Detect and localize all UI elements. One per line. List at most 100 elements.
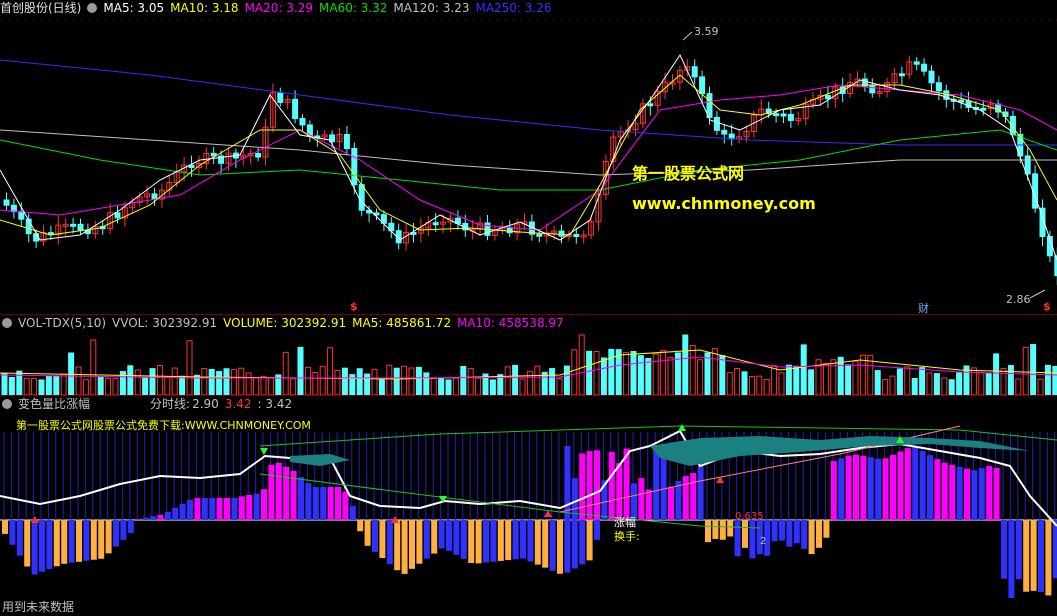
volume-bar xyxy=(771,365,778,395)
volume-bar xyxy=(356,368,363,395)
negative-bar xyxy=(808,520,815,555)
positive-bar xyxy=(919,451,926,520)
positive-bar xyxy=(327,487,334,520)
candle-body xyxy=(921,63,928,72)
negative-bar xyxy=(1008,520,1015,598)
negative-bar xyxy=(1052,520,1057,579)
candle-body xyxy=(351,148,358,186)
price-pane[interactable]: 首创股份(日线) MA5: 3.05 MA10: 3.18 MA20: 3.29 MA6… xyxy=(0,0,1057,314)
negative-bar xyxy=(586,520,593,561)
candle-body xyxy=(913,61,920,65)
negative-bar xyxy=(394,520,401,571)
volume-bar xyxy=(800,344,807,395)
volume-bar xyxy=(519,378,526,395)
volume-bar xyxy=(38,379,45,395)
negative-bar xyxy=(431,520,438,554)
positive-bar xyxy=(172,507,179,520)
volume-bar xyxy=(630,351,637,395)
volume-bar xyxy=(341,367,348,395)
positive-bar xyxy=(838,458,845,520)
positive-bar xyxy=(653,448,660,520)
negative-bar xyxy=(386,520,393,565)
candle-body xyxy=(299,118,306,126)
volume-bar xyxy=(201,368,208,395)
candle-body xyxy=(114,212,121,219)
indicator-banner: 第一股票公式网股票公式免费下载:WWW.CHNMONEY.COM xyxy=(16,419,311,432)
positive-bar xyxy=(645,489,652,520)
volume-bar xyxy=(874,370,881,395)
volume-bar xyxy=(1000,367,1007,395)
event-marker-s1[interactable]: $ xyxy=(350,300,358,313)
volume-bar xyxy=(741,371,748,395)
candle-body xyxy=(573,233,580,237)
positive-bar xyxy=(668,486,674,520)
positive-bar xyxy=(224,498,230,520)
positive-bar xyxy=(320,487,327,520)
volume-bar xyxy=(16,370,23,395)
candle-body xyxy=(33,233,40,242)
candle-body xyxy=(18,211,25,220)
negative-bar xyxy=(76,520,82,562)
event-marker-s2[interactable]: $ xyxy=(1043,300,1051,313)
volume-bar xyxy=(652,353,659,395)
negative-bar xyxy=(379,520,386,559)
positive-bar xyxy=(882,458,889,520)
positive-bar xyxy=(660,454,667,520)
volume-bar xyxy=(208,368,215,395)
volume-bar xyxy=(726,372,733,395)
volume-bar xyxy=(297,346,304,395)
volume-bar xyxy=(31,378,38,395)
positive-bar xyxy=(964,468,970,520)
volume-bar xyxy=(267,376,274,395)
positive-bar xyxy=(275,462,282,520)
volume-bar xyxy=(149,368,156,395)
volume-chart[interactable] xyxy=(0,315,1057,395)
indicator-pane[interactable]: 变色量比涨幅 分时线: 2.90 3.42: 3.42 第一股票公式网股票公式免费下载… xyxy=(0,396,1057,598)
buy-arrow-green xyxy=(260,448,268,455)
positive-bar xyxy=(845,455,852,520)
volume-bar xyxy=(164,376,171,395)
volume-pane[interactable]: VOL-TDX(5,10) VVOL: 302392.91 VOLUME: 3023… xyxy=(0,315,1057,395)
volume-bar xyxy=(512,364,519,395)
negative-bar xyxy=(742,520,748,548)
negative-bar xyxy=(771,520,778,542)
watermark-url: www.chnmoney.com xyxy=(632,194,816,213)
candle-body xyxy=(3,199,10,206)
positive-bar xyxy=(231,497,238,520)
positive-bar xyxy=(675,480,682,520)
event-marker-cai[interactable]: 财 xyxy=(918,300,929,314)
volume-bar xyxy=(785,364,792,395)
positive-bar xyxy=(949,464,956,520)
volume-bar xyxy=(364,373,371,395)
volume-bar xyxy=(1022,346,1029,395)
positive-bar xyxy=(978,468,985,520)
positive-bar xyxy=(164,511,171,520)
positive-bar xyxy=(312,487,319,520)
negative-bar xyxy=(534,520,541,565)
negative-bar xyxy=(734,520,741,557)
volume-bar xyxy=(97,376,104,395)
volume-bar xyxy=(830,359,837,395)
price-chart[interactable] xyxy=(0,0,1057,314)
positive-bar xyxy=(890,454,896,520)
volume-bar xyxy=(489,379,496,395)
negative-bar xyxy=(527,520,534,562)
candle-body xyxy=(713,116,720,131)
positive-bar xyxy=(867,457,874,520)
volume-bar xyxy=(978,371,985,395)
negative-bar xyxy=(83,520,90,561)
negative-bar xyxy=(801,520,808,549)
positive-bar xyxy=(238,496,245,520)
volume-bar xyxy=(778,372,785,395)
volume-bar xyxy=(593,350,600,395)
volume-bar xyxy=(430,378,437,395)
positive-bar xyxy=(246,495,253,520)
ma20-line xyxy=(0,84,1057,231)
candle-body xyxy=(691,66,698,78)
volume-bar xyxy=(186,340,193,395)
negative-bar xyxy=(512,520,519,560)
volume-bar xyxy=(223,368,230,395)
positive-bar xyxy=(187,499,193,520)
positive-bar xyxy=(638,478,645,520)
positive-bar xyxy=(904,448,911,520)
